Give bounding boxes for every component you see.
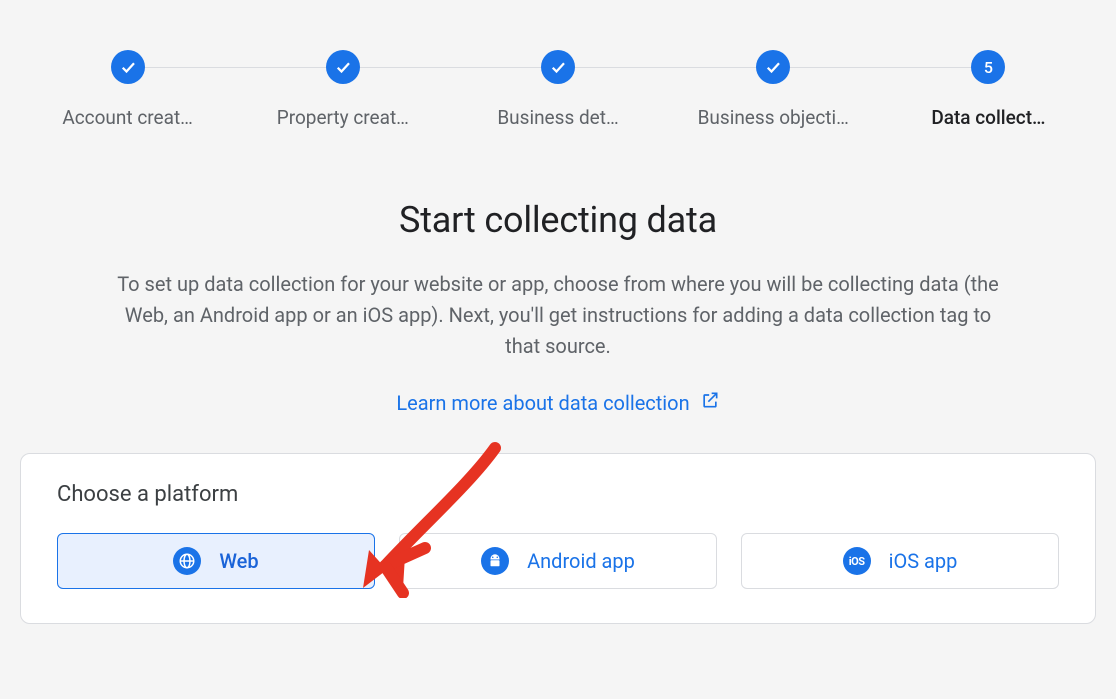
learn-more-label: Learn more about data collection xyxy=(396,391,689,415)
platform-web-button[interactable]: Web xyxy=(57,533,375,589)
step-label: Property creat… xyxy=(277,106,409,129)
step-data-collection: 5 Data collect… xyxy=(881,50,1096,129)
check-icon xyxy=(756,50,790,84)
step-business-objectives: Business objecti… xyxy=(666,50,881,129)
step-label: Business det… xyxy=(497,106,618,129)
check-icon xyxy=(111,50,145,84)
check-icon xyxy=(326,50,360,84)
card-title: Choose a platform xyxy=(57,482,1059,507)
step-number-badge: 5 xyxy=(971,50,1005,84)
platform-options: Web Android app iOS iOS app xyxy=(57,533,1059,589)
learn-more-link[interactable]: Learn more about data collection xyxy=(396,390,719,415)
page-title: Start collecting data xyxy=(60,199,1056,241)
platform-label: iOS app xyxy=(889,549,958,573)
step-connector xyxy=(773,67,988,68)
step-property-creation: Property creat… xyxy=(235,50,450,129)
globe-icon xyxy=(173,547,201,575)
step-label: Business objecti… xyxy=(698,106,849,129)
android-icon xyxy=(481,547,509,575)
platform-android-button[interactable]: Android app xyxy=(399,533,717,589)
platform-label: Web xyxy=(219,549,258,573)
page-description: To set up data collection for your websi… xyxy=(108,269,1008,362)
step-connector xyxy=(558,67,773,68)
step-account-creation: Account creat… xyxy=(20,50,235,129)
step-connector xyxy=(128,67,343,68)
check-icon xyxy=(541,50,575,84)
step-label: Account creat… xyxy=(62,106,193,129)
choose-platform-card: Choose a platform Web Android app iOS iO… xyxy=(20,453,1096,624)
external-link-icon xyxy=(700,390,720,415)
step-label: Data collect… xyxy=(931,106,1045,129)
main-content: Start collecting data To set up data col… xyxy=(0,129,1116,415)
step-business-details: Business det… xyxy=(450,50,665,129)
ios-icon: iOS xyxy=(843,547,871,575)
step-connector xyxy=(343,67,558,68)
platform-label: Android app xyxy=(527,549,635,573)
platform-ios-button[interactable]: iOS iOS app xyxy=(741,533,1059,589)
setup-stepper: Account creat… Property creat… Business … xyxy=(0,0,1116,129)
